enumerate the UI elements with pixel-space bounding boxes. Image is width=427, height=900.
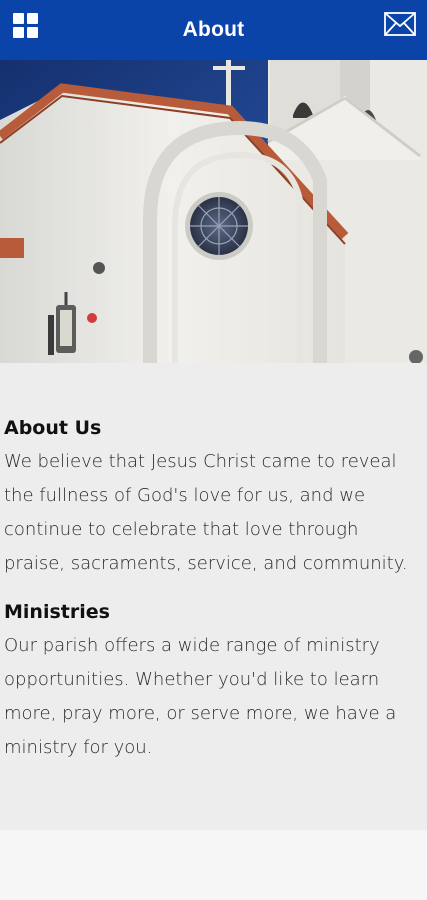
about-us-section: About Us We believe that Jesus Christ ca… — [4, 415, 423, 581]
section-title: About Us — [4, 417, 102, 439]
section-body: Our parish offers a wide range of minist… — [4, 635, 397, 758]
section-body: We believe that Jesus Christ came to rev… — [4, 451, 408, 574]
page-bottom-area — [0, 830, 427, 900]
grid-menu-icon[interactable] — [13, 13, 38, 38]
section-title: Ministries — [4, 601, 110, 623]
app-header: About — [0, 0, 427, 60]
church-hero-image — [0, 60, 427, 363]
ministries-section: Ministries Our parish offers a wide rang… — [4, 599, 423, 765]
envelope-icon[interactable] — [384, 12, 416, 36]
about-content: About Us We believe that Jesus Christ ca… — [0, 363, 427, 830]
page-title: About — [182, 18, 245, 41]
